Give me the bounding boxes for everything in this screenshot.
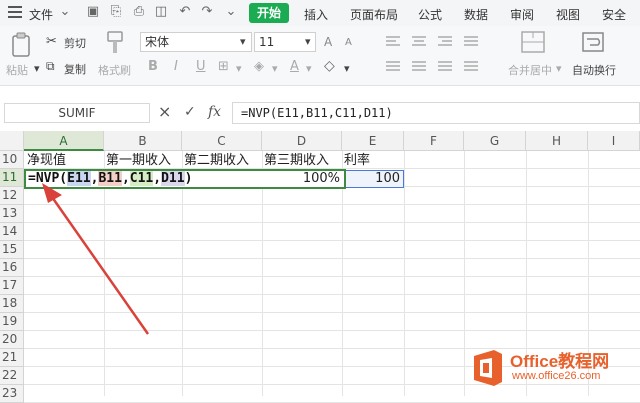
chevron-down-icon[interactable]: ▾: [344, 62, 350, 75]
underline-button[interactable]: U: [196, 59, 206, 74]
tab-data[interactable]: 数据: [464, 6, 488, 23]
format-painter-icon[interactable]: [104, 30, 126, 56]
border-icon[interactable]: ⊞: [218, 59, 229, 74]
export-icon[interactable]: ⎘: [109, 5, 123, 19]
alignment-icons[interactable]: [382, 32, 492, 76]
font-color-button[interactable]: A: [290, 59, 299, 74]
paste-icon[interactable]: [10, 32, 32, 58]
save-icon[interactable]: ▣: [86, 5, 100, 19]
ribbon: 粘贴 ▾ ✂ 剪切 ⧉ 复制 格式刷 宋体 ▾ 11 ▾ A A B I U ⊞…: [0, 26, 640, 86]
tab-page-layout[interactable]: 页面布局: [350, 6, 398, 23]
tab-security[interactable]: 安全: [602, 6, 626, 23]
chevron-down-icon[interactable]: ⌄: [58, 5, 72, 19]
merge-center-button[interactable]: 合并居中: [508, 62, 552, 78]
copy-button[interactable]: 复制: [64, 61, 86, 77]
file-menu[interactable]: 文件: [29, 6, 53, 23]
tab-start[interactable]: 开始: [249, 3, 289, 23]
cut-button[interactable]: 剪切: [64, 35, 86, 51]
wrap-text-button[interactable]: 自动换行: [572, 62, 616, 78]
merge-center-icon[interactable]: [520, 30, 546, 56]
watermark-url: www.office26.com: [512, 370, 601, 382]
format-painter-button[interactable]: 格式刷: [98, 62, 131, 78]
copy-icon[interactable]: ⧉: [46, 59, 55, 74]
menu-icon[interactable]: [8, 6, 22, 18]
fill-color-icon[interactable]: ◈: [254, 59, 264, 74]
eraser-icon[interactable]: ◇: [324, 58, 335, 74]
confirm-icon[interactable]: ✓: [184, 104, 196, 120]
italic-button[interactable]: I: [174, 59, 178, 74]
fx-icon[interactable]: fx: [208, 104, 221, 120]
undo-icon[interactable]: ↶: [178, 5, 192, 19]
chevron-down-icon[interactable]: ▾: [272, 62, 278, 75]
tab-insert[interactable]: 插入: [304, 6, 328, 23]
wrap-text-icon[interactable]: [580, 30, 606, 56]
chevron-down-icon[interactable]: ⌄: [224, 5, 238, 19]
chevron-down-icon[interactable]: ▾: [240, 35, 246, 48]
formula-input[interactable]: =NVP(E11,B11,C11,D11): [232, 102, 640, 124]
office-logo-icon: [474, 350, 502, 386]
scissors-icon[interactable]: ✂: [46, 34, 57, 49]
name-box[interactable]: SUMIF: [4, 103, 150, 123]
chevron-down-icon[interactable]: ▾: [305, 35, 311, 48]
watermark-title: Office教程网: [510, 352, 610, 371]
watermark-logo: Office教程网 www.office26.com: [468, 348, 609, 391]
cancel-icon[interactable]: ×: [158, 102, 171, 121]
font-shrink-button[interactable]: A: [345, 37, 352, 48]
bold-button[interactable]: B: [148, 59, 158, 74]
tab-review[interactable]: 审阅: [510, 6, 534, 23]
font-grow-button[interactable]: A: [324, 35, 332, 49]
preview-icon[interactable]: ◫: [154, 5, 168, 19]
print-icon[interactable]: ⎙: [132, 5, 146, 19]
tab-formula[interactable]: 公式: [418, 6, 442, 23]
redo-icon[interactable]: ↷: [200, 5, 214, 19]
font-name-select[interactable]: 宋体: [140, 32, 252, 52]
chevron-down-icon[interactable]: ▾: [236, 62, 242, 75]
menu-bar: 文件 ⌄ ▣ ⎘ ⎙ ◫ ↶ ↷ ⌄ 开始 插入 页面布局 公式 数据 审阅 视…: [0, 0, 640, 26]
chevron-down-icon[interactable]: ▾: [556, 62, 562, 75]
chevron-down-icon[interactable]: ▾: [34, 62, 40, 75]
chevron-down-icon[interactable]: ▾: [306, 62, 312, 75]
tab-view[interactable]: 视图: [556, 6, 580, 23]
paste-button[interactable]: 粘贴: [6, 62, 28, 78]
